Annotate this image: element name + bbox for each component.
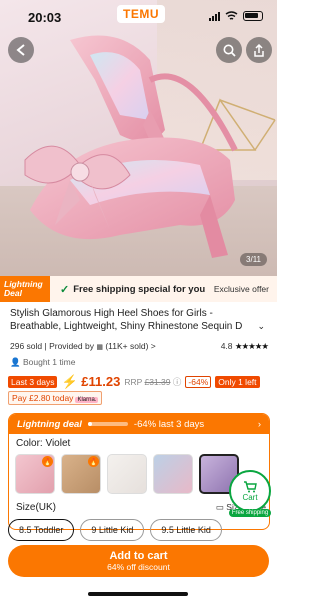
rrp: RRP £31.39 ⓘ bbox=[124, 376, 181, 388]
temu-logo: TEMU bbox=[117, 5, 165, 23]
cart-icon bbox=[244, 480, 257, 492]
seller-link[interactable]: (11K+ sold) > bbox=[105, 341, 155, 351]
rating-stars[interactable]: ★★★★★ bbox=[235, 341, 269, 351]
color-swatch-blue-pink[interactable] bbox=[153, 454, 193, 494]
color-swatch-pink-sequin[interactable]: 🔥 bbox=[15, 454, 55, 494]
image-pager: 3/11 bbox=[240, 253, 267, 266]
check-icon: ✓ bbox=[60, 283, 70, 296]
cart-free-shipping: Free shipping bbox=[228, 509, 272, 517]
lightning-deal-badge: Lightning Deal bbox=[0, 276, 50, 302]
free-shipping-text: Free shipping special for you bbox=[73, 283, 206, 295]
title-line-1: Stylish Glamorous High Heel Shoes for Gi… bbox=[10, 308, 213, 319]
pay-later-text: Pay £2.80 today bbox=[12, 393, 74, 403]
user-icon: 👤 bbox=[10, 357, 21, 367]
cart-label: Cart bbox=[242, 492, 258, 502]
price-row: Last 3 days ⚡ £11.23 RRP £31.39 ⓘ -64% O… bbox=[8, 374, 270, 390]
search-icon bbox=[223, 44, 236, 57]
provided-by-label: Provided by bbox=[49, 341, 94, 351]
color-swatch-white[interactable] bbox=[107, 454, 147, 494]
exclusive-offer: Exclusive offer bbox=[213, 284, 269, 294]
bought-note: 👤 Bought 1 time bbox=[10, 357, 75, 368]
battery-icon bbox=[243, 11, 263, 21]
seller-logo-icon[interactable]: ▦ bbox=[96, 344, 103, 351]
back-button[interactable] bbox=[8, 37, 34, 63]
size-option[interactable]: 9 Little Kid bbox=[80, 519, 145, 541]
title-line-2: Breathable, Lightweight, Shiny Rhineston… bbox=[10, 321, 243, 332]
home-indicator bbox=[88, 592, 188, 596]
deal-message: -64% last 3 days bbox=[133, 418, 205, 430]
hot-icon: 🔥 bbox=[88, 456, 99, 467]
cart-button[interactable]: Cart Free shipping bbox=[228, 470, 272, 517]
search-button[interactable] bbox=[216, 37, 242, 63]
price-amount: £11.23 bbox=[81, 374, 121, 389]
color-swatches: 🔥 🔥 bbox=[15, 454, 239, 494]
chevron-down-icon[interactable]: ⌄ bbox=[257, 320, 265, 333]
last-days-tag: Last 3 days bbox=[8, 376, 58, 388]
deal-badge-line2: Deal bbox=[4, 288, 22, 298]
size-label: Size(UK) bbox=[16, 502, 57, 513]
product-meta: 296 sold | Provided by ▦ (11K+ sold) > 4… bbox=[10, 341, 269, 351]
add-to-cart-sub: 64% off discount bbox=[107, 562, 170, 572]
color-swatch-gold[interactable]: 🔥 bbox=[61, 454, 101, 494]
lightning-deal-header[interactable]: Lightning deal -64% last 3 days › bbox=[9, 414, 269, 434]
wifi-icon bbox=[225, 11, 238, 20]
status-time: 20:03 bbox=[28, 10, 62, 25]
info-icon[interactable]: ⓘ bbox=[173, 377, 182, 387]
klarna-logo: Klarna. bbox=[75, 397, 99, 403]
stock-tag: Only 1 left bbox=[215, 376, 260, 388]
status-bar: 20:03 TEMU bbox=[0, 0, 277, 34]
deal-progress bbox=[87, 422, 128, 426]
price-value: ⚡ £11.23 bbox=[61, 374, 121, 389]
lightning-deal-label: Lightning deal bbox=[17, 418, 82, 430]
add-to-cart-button[interactable]: Add to cart 64% off discount bbox=[8, 545, 269, 577]
discount-tag: -64% bbox=[185, 376, 212, 388]
ruler-icon: ▭ bbox=[215, 502, 224, 512]
chevron-left-icon bbox=[16, 44, 25, 56]
share-icon bbox=[254, 43, 264, 57]
size-option[interactable]: 8.5 Toddler bbox=[8, 519, 75, 541]
signal-icon bbox=[209, 11, 220, 21]
rrp-value: £31.39 bbox=[144, 377, 171, 387]
free-shipping-note: ✓ Free shipping special for you bbox=[50, 283, 214, 296]
add-to-cart-label: Add to cart bbox=[109, 550, 168, 562]
product-title[interactable]: Stylish Glamorous High Heel Shoes for Gi… bbox=[10, 307, 265, 333]
share-button[interactable] bbox=[246, 37, 272, 63]
size-option[interactable]: 9.5 Little Kid bbox=[150, 519, 222, 541]
sold-count: 296 sold bbox=[10, 341, 43, 351]
size-options: 8.5 Toddler 9 Little Kid 9.5 Little Kid bbox=[8, 519, 277, 541]
color-label: Color: Violet bbox=[16, 438, 71, 449]
lightning-deal-bar: Lightning Deal ✓ Free shipping special f… bbox=[0, 276, 277, 302]
bought-text: Bought 1 time bbox=[22, 357, 76, 367]
rrp-label: RRP bbox=[124, 377, 143, 387]
chevron-right-icon: › bbox=[257, 418, 261, 430]
pay-later[interactable]: Pay £2.80 today Klarna. bbox=[8, 391, 103, 405]
rating-value: 4.8 bbox=[220, 341, 233, 351]
hot-icon: 🔥 bbox=[42, 456, 53, 467]
